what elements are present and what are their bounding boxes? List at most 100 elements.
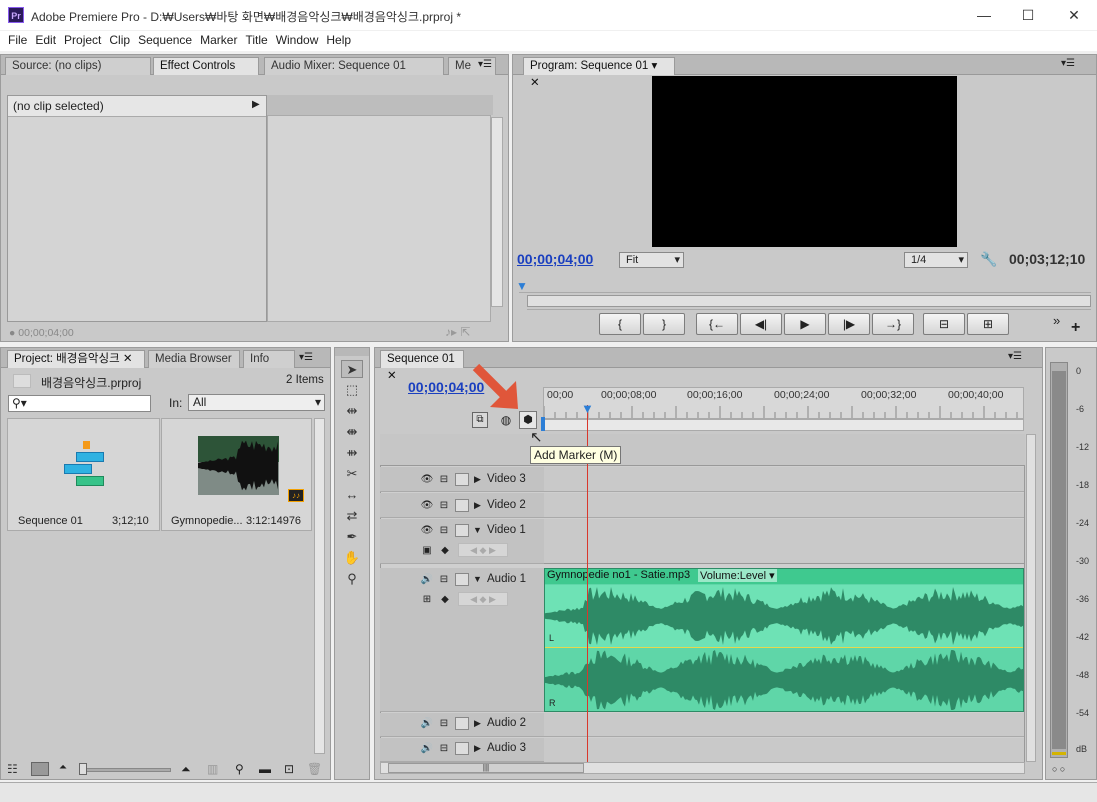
speaker-icon[interactable]: 🔊 [420, 742, 434, 755]
mark-out-button[interactable]: } [643, 313, 685, 335]
track-lock-toggle[interactable] [455, 742, 469, 755]
clear-icon[interactable]: 🗑 [307, 762, 322, 776]
collapse-track-icon[interactable]: ▼ [473, 525, 482, 535]
menu-window[interactable]: Window [272, 31, 323, 50]
sync-lock-icon[interactable]: ⊟ [437, 717, 451, 730]
resolution-dropdown[interactable]: 1/4 ▾ [904, 252, 968, 268]
solo-buttons[interactable]: ○ ○ [1052, 764, 1065, 774]
scroll-thumb[interactable]: ||| [388, 763, 584, 773]
expand-track-icon[interactable]: ▶ [474, 743, 481, 754]
razor-tool-icon[interactable]: ✂ [341, 465, 363, 483]
sync-lock-icon[interactable]: ⊟ [437, 742, 451, 755]
menu-edit[interactable]: Edit [31, 31, 60, 50]
zoom-slider[interactable] [79, 768, 171, 772]
toggle-output-eye-icon[interactable]: 👁 [420, 499, 434, 512]
menu-file[interactable]: File [4, 31, 31, 50]
add-button-icon[interactable]: + [1071, 319, 1080, 337]
menu-title[interactable]: Title [241, 31, 271, 50]
program-playhead-icon[interactable]: ▼ [516, 279, 528, 293]
step-forward-button[interactable]: |▶ [828, 313, 870, 335]
track-lane-audio2[interactable] [544, 713, 1024, 737]
display-style-icon[interactable]: ⊞ [420, 593, 434, 606]
go-to-out-button[interactable]: →} [872, 313, 914, 335]
keyframe-nav[interactable]: ◀ ◆ ▶ [458, 592, 508, 606]
tab-effect-controls[interactable]: Effect Controls [153, 57, 259, 75]
track-select-tool-icon[interactable]: ⬚ [341, 381, 363, 399]
sync-lock-icon[interactable]: ⊟ [437, 524, 451, 537]
selection-tool-icon[interactable]: ➤ [341, 360, 363, 378]
display-style-icon[interactable]: ▣ [420, 544, 434, 557]
panel-menu-icon[interactable]: ▾☰ [299, 352, 313, 363]
project-item-audio[interactable]: ♪♪ Gymnopedie... 3:12:14976 [161, 418, 312, 531]
track-lock-toggle[interactable] [455, 499, 469, 512]
step-back-button[interactable]: ◀| [740, 313, 782, 335]
in-filter-dropdown[interactable]: All ▾ [188, 394, 325, 411]
audio-clip[interactable]: Gymnopedie no1 - Satie.mp3 Volume:Level … [544, 568, 1024, 712]
new-bin-icon[interactable]: ▬ [259, 762, 271, 776]
find-icon[interactable]: ⚲ [235, 762, 244, 776]
extract-button[interactable]: ⊞ [967, 313, 1009, 335]
collapse-track-icon[interactable]: ▼ [473, 574, 482, 584]
tab-source[interactable]: Source: (no clips) [5, 57, 151, 75]
keyframe-icon[interactable]: ◆ [438, 593, 452, 606]
menu-clip[interactable]: Clip [105, 31, 134, 50]
tab-info[interactable]: Info [243, 350, 295, 368]
ripple-edit-tool-icon[interactable]: ⇹ [341, 402, 363, 420]
menu-help[interactable]: Help [322, 31, 355, 50]
expand-track-icon[interactable]: ▶ [474, 474, 481, 485]
work-area-bar[interactable] [543, 419, 1024, 431]
sync-lock-icon[interactable]: ⊟ [437, 573, 451, 586]
tab-media-browser[interactable]: Media Browser [148, 350, 240, 368]
tab-sequence[interactable]: Sequence 01 ✕ [380, 350, 464, 382]
sync-lock-icon[interactable]: ⊟ [437, 473, 451, 486]
track-lock-toggle[interactable] [455, 473, 469, 486]
slide-tool-icon[interactable]: ⇄ [341, 507, 363, 525]
track-lane-video2[interactable] [544, 493, 1024, 518]
track-lock-toggle[interactable] [455, 524, 469, 537]
menu-project[interactable]: Project [60, 31, 105, 50]
mark-in-button[interactable]: { [599, 313, 641, 335]
wrench-icon[interactable]: 🔧 [980, 251, 997, 268]
rolling-edit-tool-icon[interactable]: ⇼ [341, 423, 363, 441]
track-lock-toggle[interactable] [455, 717, 469, 730]
close-window-button[interactable]: ✕ [1060, 4, 1088, 26]
keyframe-icon[interactable]: ◆ [438, 544, 452, 557]
speaker-icon[interactable]: 🔊 [420, 717, 434, 730]
expand-arrow-icon[interactable]: ▶ [252, 99, 260, 110]
zoom-in-icon[interactable]: ⏶ [181, 762, 191, 777]
go-to-in-button[interactable]: {← [696, 313, 738, 335]
track-lane-video1[interactable] [544, 519, 1024, 564]
rate-stretch-tool-icon[interactable]: ⇻ [341, 444, 363, 462]
zoom-slider-handle[interactable] [79, 763, 87, 775]
tab-audio-mixer[interactable]: Audio Mixer: Sequence 01 [264, 57, 444, 75]
vertical-scrollbar[interactable] [314, 418, 325, 754]
tab-project[interactable]: Project: 배경음악싱크 ✕ [7, 350, 145, 368]
maximize-button[interactable]: ☐ [1014, 4, 1042, 26]
search-input[interactable]: ⚲▾ [8, 395, 151, 412]
zoom-tool-icon[interactable]: ⚲ [341, 570, 363, 588]
hand-tool-icon[interactable]: ✋ [341, 549, 363, 567]
fit-dropdown[interactable]: Fit ▾ [619, 252, 684, 268]
audio-play-icon[interactable]: ♪▸ ⇱ [445, 325, 470, 339]
track-lane-video3[interactable] [544, 467, 1024, 492]
automate-icon[interactable]: ▥ [207, 762, 218, 776]
panel-menu-icon[interactable]: ▾☰ [1008, 351, 1022, 362]
zoom-out-icon[interactable]: ⏶ [59, 762, 67, 773]
tab-program[interactable]: Program: Sequence 01 ▾ ✕ [523, 57, 675, 89]
project-item-sequence[interactable]: Sequence 01 3;12;10 [7, 418, 160, 531]
menu-marker[interactable]: Marker [196, 31, 241, 50]
slip-tool-icon[interactable]: ↔ [341, 486, 363, 504]
expand-track-icon[interactable]: ▶ [474, 500, 481, 511]
minimize-button[interactable]: — [970, 4, 998, 26]
speaker-icon[interactable]: 🔊 [420, 573, 434, 586]
menu-sequence[interactable]: Sequence [134, 31, 196, 50]
track-lock-toggle[interactable] [455, 573, 469, 586]
timeline-vertical-scrollbar[interactable] [1026, 434, 1036, 762]
icon-view-icon[interactable] [31, 762, 49, 776]
more-controls-icon[interactable]: » [1053, 313, 1060, 328]
vertical-scrollbar[interactable] [491, 117, 503, 307]
program-current-timecode[interactable]: 00;00;04;00 [517, 251, 593, 267]
lift-button[interactable]: ⊟ [923, 313, 965, 335]
expand-track-icon[interactable]: ▶ [474, 718, 481, 729]
pen-tool-icon[interactable]: ✒ [341, 528, 363, 546]
